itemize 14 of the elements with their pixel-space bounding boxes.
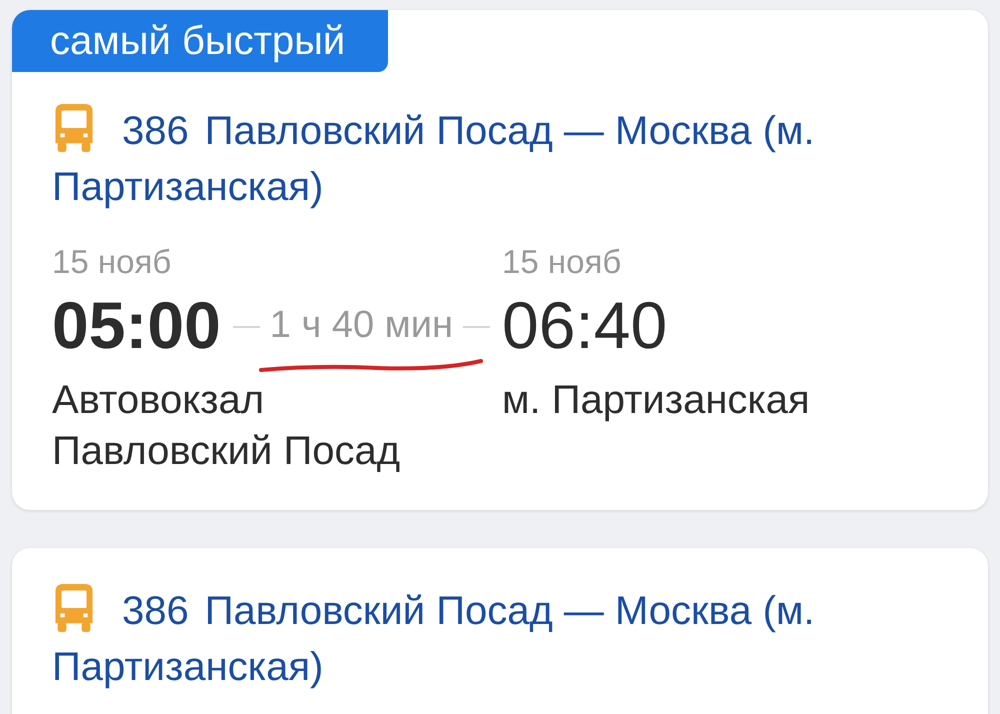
arrival-time: 06:40 [502,289,668,361]
route-card[interactable]: самый быстрый 386 Павловский Посад — Москва (м. Партизанская) 15 нояб 15 нояб 05:00 1 ч 40 мин 06:40 Автовокзал Павловский Посад м. Партизанская [12,10,988,510]
route-link[interactable]: 386 Павловский Посад — Москва (м. Партизанская) [52,103,948,215]
fastest-badge: самый быстрый [12,10,388,72]
route-link[interactable]: 386 Павловский Посад — Москва (м. Партизанская) [52,583,948,695]
dash-separator [463,326,490,328]
route-card[interactable]: 386 Павловский Посад — Москва (м. Партизанская) [12,548,988,714]
departure-date: 15 нояб [52,242,172,282]
dash-separator [232,326,260,328]
departure-time: 05:00 [52,289,221,361]
trip-duration: 1 ч 40 мин [270,304,454,346]
arrival-date: 15 нояб [502,242,622,282]
departure-station: Автовокзал Павловский Посад [52,377,402,475]
arrival-station: м. Партизанская [502,377,811,424]
